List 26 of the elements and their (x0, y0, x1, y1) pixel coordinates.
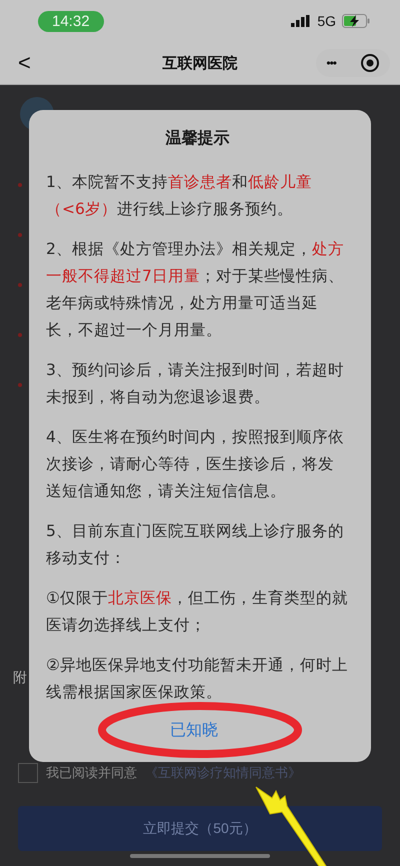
bullet-dot (18, 233, 22, 237)
clock-time: 14:32 (38, 10, 104, 32)
network-label: 5G (317, 13, 336, 29)
dialog-title: 温馨提示 (164, 128, 230, 149)
notice-paragraph: ②异地医保异地支付功能暂未开通，何时上线需根据国家医保政策。 (46, 655, 349, 703)
notice-paragraph: 5、目前东直门医院互联网线上诊疗服务的移动支付： (46, 521, 345, 569)
close-icon[interactable] (360, 53, 380, 73)
notice-paragraph: 4、医生将在预约时间内，按照报到顺序依次接诊，请耐心等待，医生接诊后，将发送短信通知您，请关注短信信息。 (46, 427, 345, 502)
notice-paragraph: ①仅限于北京医保，但工伤，生育类型的就医请勿选择线上支付； (46, 588, 349, 636)
bullet-dot (18, 383, 22, 387)
notice-paragraph: 1、本院暂不支持首诊患者和低龄儿童（<6岁）进行线上诊疗服务预约。 (46, 172, 313, 220)
notice-paragraph: 2、根据《处方管理办法》相关规定，处方一般不得超过7日用量；对于某些慢性病、老年病或特殊情况，处方用量可适当延长，不超过一个月用量。 (46, 239, 345, 341)
field-label: 附 (13, 669, 27, 687)
notice-paragraph: 3、预约问诊后，请关注报到时间，若超时未报到，将自动为您退诊退费。 (46, 360, 345, 408)
back-button[interactable]: < (8, 50, 41, 76)
agreement-checkbox[interactable] (18, 763, 38, 783)
bullet-dot (18, 283, 22, 287)
battery-charging-icon (342, 14, 370, 28)
submit-button[interactable]: 立即提交（50元） (18, 806, 382, 851)
agreement-text: 我已阅读并同意 (46, 765, 137, 782)
acknowledge-button[interactable]: 已知晓 (164, 716, 224, 745)
bullet-dot (18, 183, 22, 187)
more-button[interactable]: ••• (326, 56, 336, 70)
page-title: 互联网医院 (162, 54, 238, 72)
signal-icon (291, 15, 312, 27)
bullet-dot (18, 333, 22, 337)
